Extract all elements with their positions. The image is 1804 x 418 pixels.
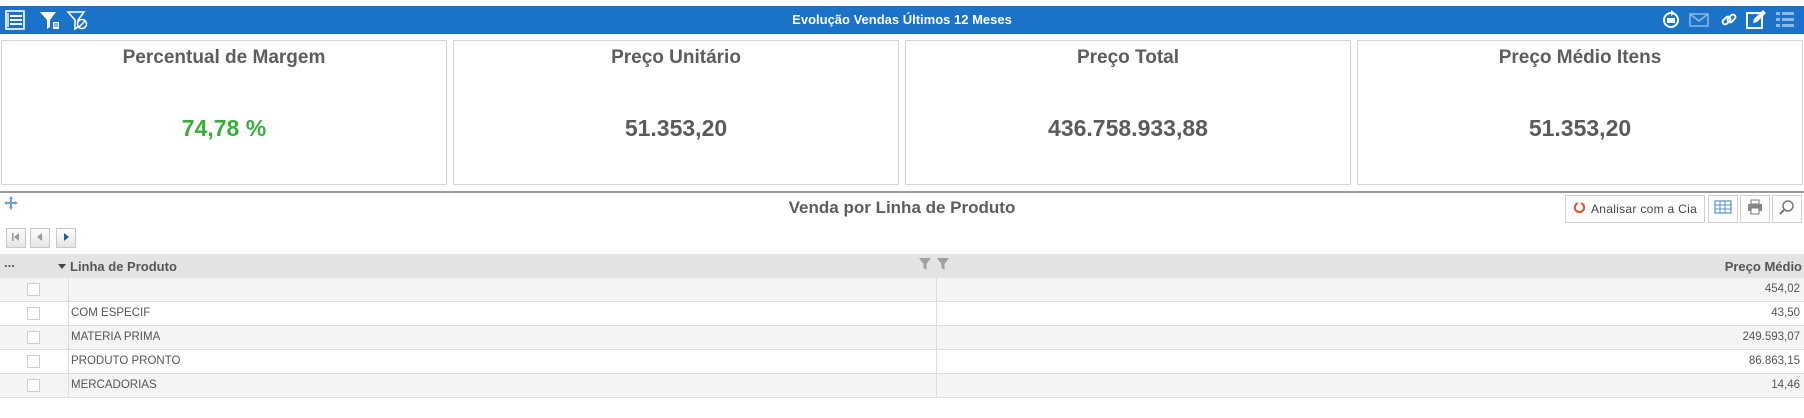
dashboard-title: Evolução Vendas Últimos 12 Meses bbox=[792, 12, 1012, 27]
analyze-button[interactable]: Analisar com a Cia bbox=[1565, 195, 1705, 223]
edit-icon[interactable] bbox=[1745, 9, 1767, 31]
row-checkbox[interactable] bbox=[27, 355, 40, 368]
cell-average-price: 86.863,15 bbox=[1748, 355, 1800, 367]
print-button[interactable] bbox=[1740, 195, 1770, 223]
cell-average-price: 249.593,07 bbox=[1742, 331, 1800, 343]
column-divider bbox=[68, 350, 69, 374]
table-row[interactable]: MATERIA PRIMA 249.593,07 bbox=[0, 326, 1804, 350]
sort-down-icon bbox=[58, 264, 66, 270]
table-view-button[interactable] bbox=[1708, 195, 1738, 223]
column-divider bbox=[68, 374, 69, 398]
row-checkbox[interactable] bbox=[27, 379, 40, 392]
column-header-label: Linha de Produto bbox=[70, 259, 177, 274]
kpi-value: 436.758.933,88 bbox=[1048, 115, 1208, 141]
refresh-icon[interactable] bbox=[1660, 9, 1682, 31]
column-divider bbox=[936, 374, 937, 398]
table-icon bbox=[1714, 199, 1732, 219]
column-divider bbox=[68, 302, 69, 326]
next-page-icon bbox=[61, 229, 71, 247]
column-header-product-line[interactable]: Linha de Produto bbox=[58, 259, 177, 274]
column-menu[interactable]: ... bbox=[4, 255, 15, 270]
zoom-icon bbox=[1779, 199, 1795, 220]
print-icon bbox=[1747, 199, 1763, 220]
kpi-card-unit-price: Preço Unitário 51.353,20 bbox=[453, 40, 899, 185]
column-header-average-price[interactable]: Preço Médio bbox=[1725, 259, 1802, 274]
first-page-icon bbox=[11, 229, 21, 247]
filter-icon[interactable] bbox=[38, 9, 60, 31]
cell-product-line: MATERIA PRIMA bbox=[71, 331, 161, 343]
mail-icon[interactable] bbox=[1688, 9, 1710, 31]
kpi-title: Percentual de Margem bbox=[122, 47, 326, 68]
kpi-value: 74,78 % bbox=[181, 115, 267, 141]
table-row[interactable]: COM ESPECIF 43,50 bbox=[0, 302, 1804, 326]
table-header: ... Linha de Produto Preço Médio bbox=[0, 254, 1804, 278]
filter-clear-icon[interactable] bbox=[66, 9, 88, 31]
panel-divider bbox=[0, 191, 1804, 193]
column-divider bbox=[68, 326, 69, 350]
kpi-title: Preço Unitário bbox=[611, 47, 741, 68]
previous-page-button[interactable] bbox=[30, 228, 50, 248]
dashboard-header-bar: Evolução Vendas Últimos 12 Meses bbox=[0, 6, 1804, 34]
next-page-button[interactable] bbox=[56, 228, 76, 248]
analyze-label: Analisar com a Cia bbox=[1590, 202, 1698, 216]
cell-product-line: MERCADORIAS bbox=[71, 379, 157, 391]
grid-title: Venda por Linha de Produto bbox=[788, 198, 1016, 217]
zoom-button[interactable] bbox=[1772, 195, 1802, 223]
column-filter-icons[interactable] bbox=[918, 256, 954, 272]
column-divider bbox=[936, 350, 937, 374]
first-page-button[interactable] bbox=[6, 228, 26, 248]
kpi-card-total-price: Preço Total 436.758.933,88 bbox=[905, 40, 1351, 185]
table-row[interactable]: 454,02 bbox=[0, 278, 1804, 302]
row-checkbox[interactable] bbox=[27, 331, 40, 344]
table-row[interactable]: PRODUTO PRONTO 86.863,15 bbox=[0, 350, 1804, 374]
kpi-title: Preço Total bbox=[1076, 47, 1180, 68]
table-row[interactable]: MERCADORIAS 14,46 bbox=[0, 374, 1804, 398]
cell-average-price: 14,46 bbox=[1771, 379, 1800, 391]
link-icon[interactable] bbox=[1718, 9, 1740, 31]
previous-page-icon bbox=[35, 229, 45, 247]
kpi-card-margin: Percentual de Margem 74,78 % bbox=[1, 40, 447, 185]
analyze-icon bbox=[1573, 201, 1586, 217]
column-divider bbox=[936, 302, 937, 326]
kpi-value: 51.353,20 bbox=[624, 115, 728, 141]
kpi-value: 51.353,20 bbox=[1528, 115, 1632, 141]
row-checkbox[interactable] bbox=[27, 283, 40, 296]
cell-product-line: PRODUTO PRONTO bbox=[71, 355, 181, 367]
list-view-icon[interactable] bbox=[4, 9, 26, 31]
row-checkbox[interactable] bbox=[27, 307, 40, 320]
column-divider bbox=[936, 278, 937, 302]
column-divider bbox=[68, 278, 69, 302]
kpi-card-average-price: Preço Médio Itens 51.353,20 bbox=[1357, 40, 1803, 185]
menu-icon[interactable] bbox=[1774, 9, 1796, 31]
kpi-title: Preço Médio Itens bbox=[1498, 47, 1662, 68]
cell-product-line: COM ESPECIF bbox=[71, 307, 151, 319]
cell-average-price: 454,02 bbox=[1764, 283, 1800, 295]
column-divider bbox=[936, 326, 937, 350]
cell-average-price: 43,50 bbox=[1771, 307, 1800, 319]
